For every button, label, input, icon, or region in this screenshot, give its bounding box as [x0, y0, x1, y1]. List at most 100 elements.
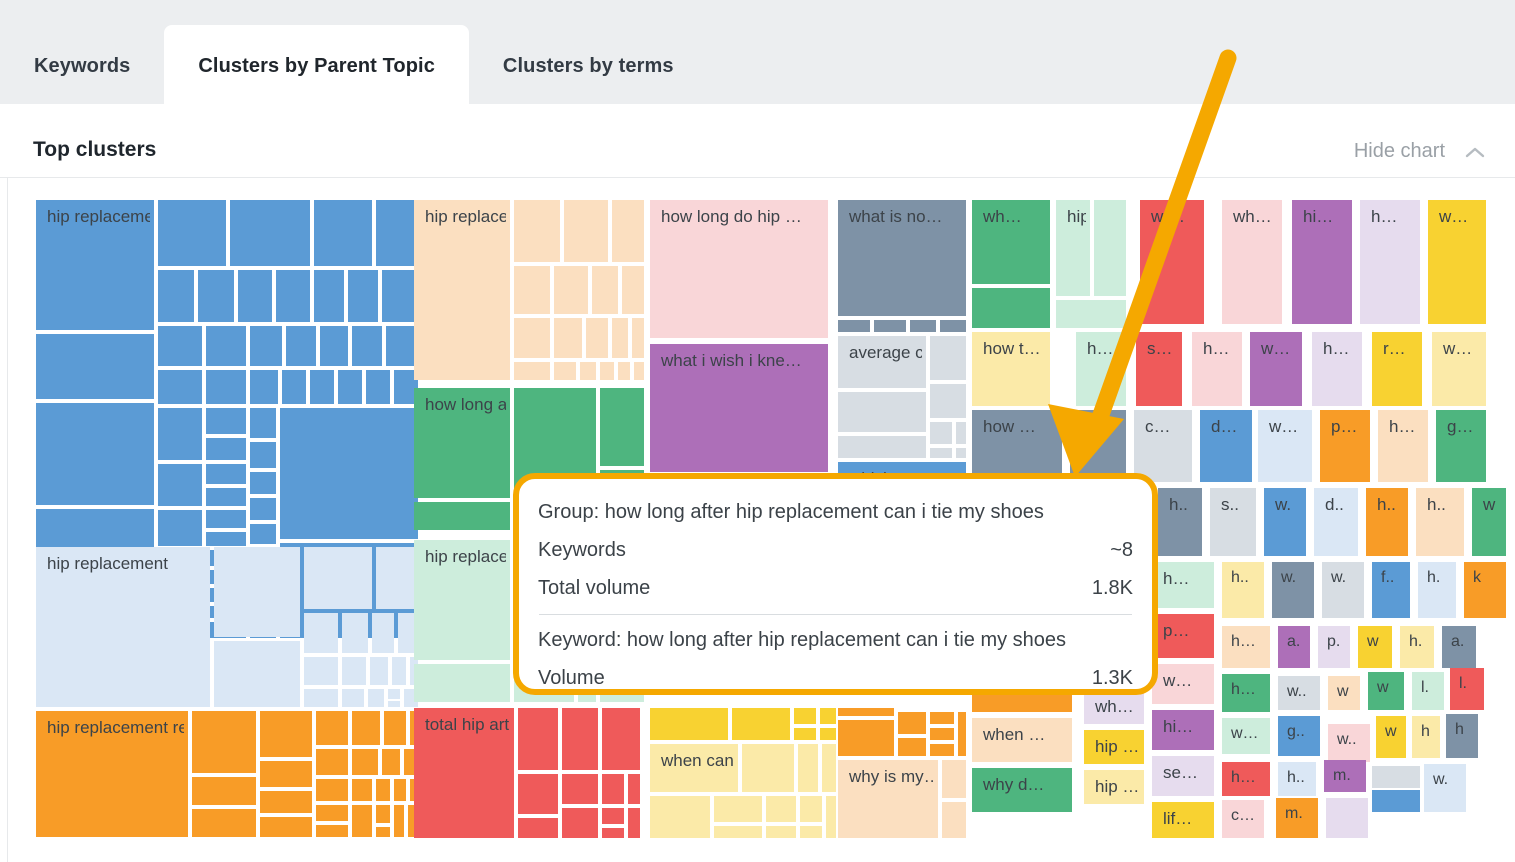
treemap-tile[interactable]: [942, 802, 966, 838]
treemap-tile-labeled[interactable]: w.: [1322, 562, 1364, 618]
treemap-tile[interactable]: [518, 818, 558, 838]
treemap-tile[interactable]: [342, 613, 368, 653]
treemap-tile-labeled[interactable]: h..: [1278, 762, 1316, 796]
treemap-tile[interactable]: [600, 362, 614, 380]
treemap-tile-labeled[interactable]: w: [1368, 672, 1404, 710]
treemap-tile-labeled[interactable]: how long after hip rep…: [414, 388, 510, 498]
treemap-tile[interactable]: [192, 711, 256, 773]
treemap-tile-labeled[interactable]: f..: [1372, 562, 1410, 618]
treemap-tile[interactable]: [382, 749, 400, 775]
treemap-tile[interactable]: [250, 442, 276, 468]
treemap-tile[interactable]: [206, 464, 246, 484]
treemap-tile-labeled[interactable]: h..: [1366, 488, 1408, 556]
treemap-tile-labeled[interactable]: hip replacement surgery: [414, 200, 510, 380]
treemap-tile-labeled[interactable]: h…: [1360, 200, 1420, 324]
treemap-tile[interactable]: [158, 326, 202, 366]
treemap-tile-labeled[interactable]: g…: [1436, 410, 1486, 482]
treemap-tile[interactable]: [838, 392, 926, 432]
treemap-tile-labeled[interactable]: w…: [1428, 200, 1486, 324]
treemap-tile[interactable]: [838, 436, 926, 458]
treemap-tile[interactable]: [586, 318, 608, 358]
treemap-tile-labeled[interactable]: w..: [1328, 724, 1370, 762]
treemap-tile-labeled[interactable]: lif…: [1152, 802, 1214, 838]
treemap-tile[interactable]: [958, 712, 966, 756]
treemap-tile[interactable]: [376, 779, 390, 801]
treemap-tile-labeled[interactable]: l…: [1070, 410, 1126, 482]
hide-chart-button[interactable]: Hide chart: [1354, 140, 1485, 163]
treemap-tile[interactable]: [1094, 200, 1126, 296]
treemap-tile-labeled[interactable]: se…: [1152, 756, 1214, 796]
treemap-tile-labeled[interactable]: average c…: [838, 336, 926, 388]
treemap-tile[interactable]: [250, 370, 278, 404]
treemap-tile-labeled[interactable]: h…: [1192, 332, 1242, 406]
treemap-tile[interactable]: [628, 774, 640, 804]
treemap-tile[interactable]: [286, 326, 316, 366]
treemap-tile[interactable]: [930, 336, 966, 380]
treemap-tile[interactable]: [316, 825, 348, 837]
treemap-tile[interactable]: [206, 438, 246, 460]
treemap-tile-labeled[interactable]: w…: [1152, 664, 1214, 704]
treemap-tile[interactable]: [376, 827, 390, 837]
tab-clusters-by-terms[interactable]: Clusters by terms: [469, 25, 708, 108]
treemap-tile[interactable]: [394, 805, 404, 837]
treemap-tile-labeled[interactable]: s…: [1136, 332, 1182, 406]
treemap-tile-labeled[interactable]: hip …: [1084, 730, 1144, 764]
treemap-tile-labeled[interactable]: what is no…: [838, 200, 966, 316]
treemap-tile[interactable]: [198, 270, 234, 322]
treemap-tile[interactable]: [314, 200, 372, 266]
treemap-tile[interactable]: [602, 774, 624, 804]
treemap-tile[interactable]: [206, 326, 246, 366]
treemap-tile[interactable]: [192, 777, 256, 805]
treemap-tile-labeled[interactable]: p…: [1152, 614, 1214, 658]
treemap-tile[interactable]: [304, 657, 338, 685]
treemap-tile-labeled[interactable]: d..: [1314, 488, 1358, 556]
treemap-tile[interactable]: [742, 744, 794, 792]
treemap-tile[interactable]: [370, 657, 388, 685]
treemap-tile[interactable]: [158, 200, 226, 266]
treemap-tile[interactable]: [618, 362, 630, 380]
treemap-tile[interactable]: [838, 708, 894, 716]
treemap-tile[interactable]: [260, 817, 312, 837]
treemap-tile[interactable]: [352, 749, 378, 775]
treemap-tile-labeled[interactable]: h..: [1416, 488, 1464, 556]
treemap-tile[interactable]: [352, 779, 372, 801]
treemap-tile-labeled[interactable]: m.: [1276, 798, 1318, 838]
treemap-tile[interactable]: [382, 270, 418, 322]
treemap-tile[interactable]: [214, 641, 300, 707]
treemap-tile[interactable]: [1372, 766, 1420, 788]
tab-keywords[interactable]: Keywords: [0, 25, 164, 108]
treemap-tile[interactable]: [392, 657, 406, 685]
treemap-tile[interactable]: [368, 689, 384, 707]
treemap-tile-labeled[interactable]: w: [1472, 488, 1506, 556]
treemap-tile[interactable]: [930, 728, 954, 740]
treemap-tile[interactable]: [316, 711, 348, 745]
treemap-tile[interactable]: [316, 749, 348, 775]
treemap-tile[interactable]: [822, 744, 836, 792]
treemap-tile[interactable]: [158, 408, 202, 460]
treemap-tile[interactable]: [518, 774, 558, 814]
treemap-tile[interactable]: [714, 796, 762, 822]
treemap-tile[interactable]: [650, 708, 728, 740]
treemap-tile[interactable]: [930, 712, 954, 724]
treemap-tile[interactable]: [260, 761, 312, 787]
treemap-tile-labeled[interactable]: h…: [1076, 332, 1126, 406]
treemap-tile[interactable]: [376, 200, 418, 266]
treemap-tile-labeled[interactable]: p…: [1320, 410, 1370, 482]
treemap-tile-labeled[interactable]: wh…: [1222, 200, 1282, 324]
treemap-tile-labeled[interactable]: how …: [972, 410, 1062, 482]
treemap-tile[interactable]: [956, 422, 966, 444]
treemap-tile-labeled[interactable]: w…: [1250, 332, 1302, 406]
treemap-tile[interactable]: [214, 547, 300, 637]
treemap-tile[interactable]: [592, 266, 618, 314]
treemap-tile-labeled[interactable]: h…: [1152, 562, 1214, 608]
treemap-tile[interactable]: [280, 408, 418, 539]
treemap-tile-labeled[interactable]: g..: [1278, 716, 1320, 756]
treemap-tile-labeled[interactable]: hip replacement recovery time: [36, 200, 154, 330]
treemap-tile[interactable]: [650, 796, 710, 838]
treemap-tile[interactable]: [554, 266, 588, 314]
treemap-tile-labeled[interactable]: l.: [1450, 668, 1484, 710]
treemap-tile[interactable]: [956, 448, 966, 458]
treemap-tile-labeled[interactable]: w: [1376, 716, 1406, 758]
treemap-tile[interactable]: [394, 779, 406, 801]
treemap-tile[interactable]: [910, 320, 936, 332]
